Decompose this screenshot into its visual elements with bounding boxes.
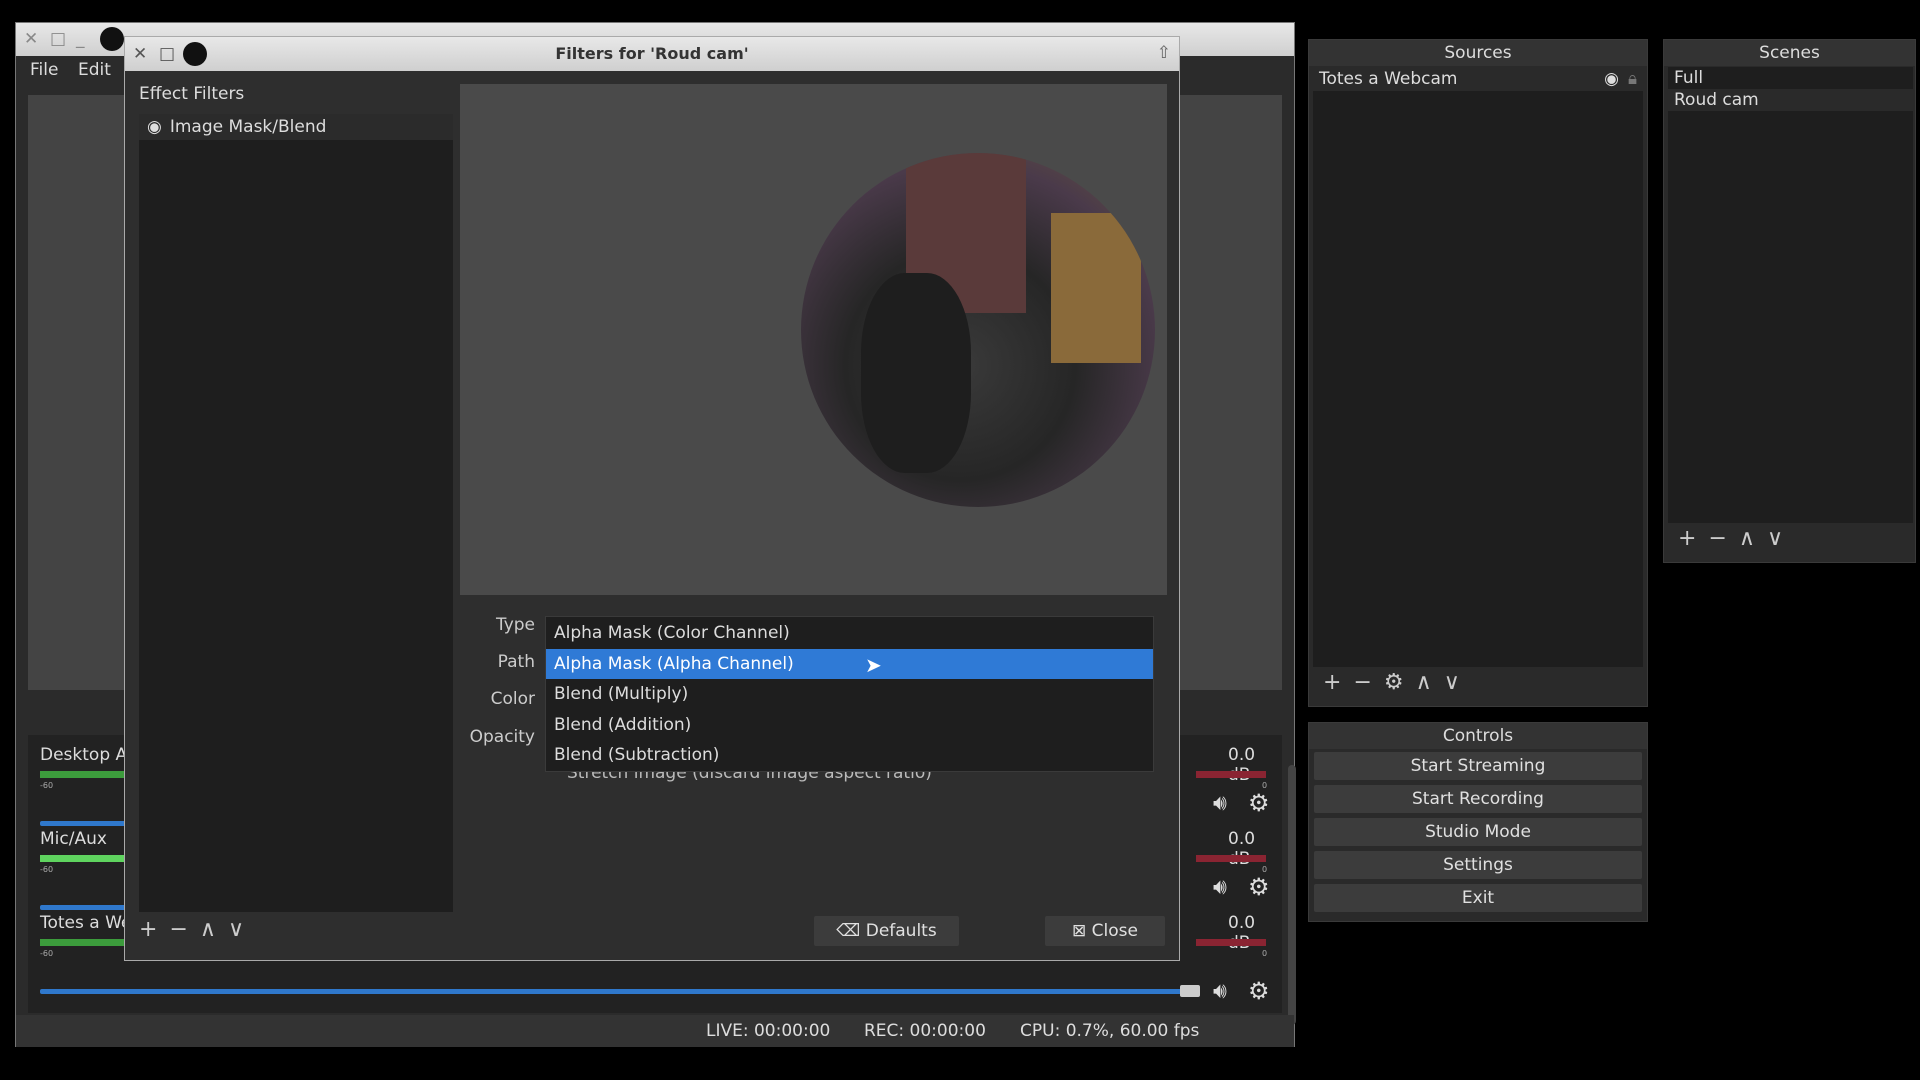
start-streaming-button[interactable]: Start Streaming — [1314, 752, 1642, 780]
speaker-icon[interactable]: 🔊︎ — [1213, 875, 1227, 900]
filters-dialog: ✕ □ Filters for 'Roud cam' ⇧ Effect Filt… — [124, 36, 1180, 961]
filter-name: Image Mask/Blend — [169, 117, 327, 137]
move-up-icon[interactable]: ∧ — [1416, 670, 1432, 695]
meter-scale-min: -60 — [40, 865, 54, 874]
gear-icon[interactable]: ⚙ — [1248, 873, 1270, 901]
dialog-titlebar: ✕ □ Filters for 'Roud cam' ⇧ — [125, 37, 1179, 71]
mixer-scrollbar[interactable] — [1288, 765, 1296, 1025]
meter-scale-min: -60 — [40, 949, 54, 958]
meter-scale-min: -60 — [40, 781, 54, 790]
move-up-icon[interactable]: ∧ — [1739, 526, 1755, 551]
opacity-label: Opacity — [469, 727, 535, 747]
eye-icon[interactable]: ◉ — [147, 117, 162, 137]
close-label: Close — [1091, 921, 1138, 941]
filter-list: ◉ Image Mask/Blend — [139, 114, 453, 912]
sources-list: Totes a Webcam ◉ 🔒︎ — [1313, 67, 1643, 667]
move-down-icon[interactable]: ∨ — [1444, 670, 1460, 695]
lock-icon[interactable]: 🔒︎ — [1628, 69, 1637, 89]
add-icon[interactable]: + — [139, 917, 157, 942]
gear-icon[interactable]: ⚙ — [1248, 789, 1270, 817]
scenes-list: Full Roud cam — [1668, 67, 1913, 523]
type-option-highlighted[interactable]: Alpha Mask (Alpha Channel) — [546, 648, 1153, 680]
sources-panel: Sources Totes a Webcam ◉ 🔒︎ + − ⚙ ∧ ∨ — [1308, 39, 1648, 707]
meter-scale-max: 0 — [1262, 949, 1268, 958]
gear-icon[interactable]: ⚙ — [1248, 977, 1270, 1005]
scene-item[interactable]: Full — [1668, 67, 1913, 89]
maximize-icon[interactable]: □ — [50, 29, 66, 49]
remove-icon[interactable]: − — [169, 917, 187, 942]
type-label: Type — [495, 615, 535, 635]
filter-toolbar: + − ∧ ∨ — [139, 917, 244, 942]
cpu-status: CPU: 0.7%, 60.00 fps — [1020, 1021, 1200, 1041]
mixer-db: 0.0 dB — [1228, 829, 1256, 869]
defaults-button[interactable]: ⌫ Defaults — [814, 916, 959, 946]
obs-logo-icon — [100, 27, 124, 51]
move-up-icon[interactable]: ∧ — [200, 917, 216, 942]
gear-icon[interactable]: ⚙ — [1384, 670, 1404, 695]
effect-filters-label: Effect Filters — [139, 84, 245, 104]
menu-file[interactable]: File — [30, 60, 58, 80]
volume-meter — [1196, 855, 1266, 862]
filter-item[interactable]: ◉ Image Mask/Blend — [139, 114, 453, 140]
scene-item-selected[interactable]: Roud cam — [1668, 89, 1913, 111]
mouse-cursor-icon: ➤ — [865, 653, 882, 677]
exit-button[interactable]: Exit — [1314, 884, 1642, 912]
menu-edit[interactable]: Edit — [78, 60, 111, 80]
mixer-channel-name: Mic/Aux — [40, 829, 107, 849]
scenes-panel: Scenes Full Roud cam + − ∧ ∨ — [1663, 39, 1916, 563]
status-bar: LIVE: 00:00:00 REC: 00:00:00 CPU: 0.7%, … — [16, 1015, 1294, 1047]
add-icon[interactable]: + — [1678, 526, 1696, 551]
volume-slider[interactable] — [40, 989, 1182, 994]
arrow-up-icon[interactable]: ⇧ — [1157, 43, 1171, 63]
speaker-icon[interactable]: 🔊︎ — [1213, 791, 1227, 816]
studio-mode-button[interactable]: Studio Mode — [1314, 818, 1642, 846]
sources-toolbar: + − ⚙ ∧ ∨ — [1323, 670, 1460, 695]
sources-title: Sources — [1309, 40, 1647, 66]
mixer-db: 0.0 dB — [1228, 745, 1256, 785]
close-button[interactable]: ⊠ Close — [1045, 916, 1165, 946]
mixer-channel-name: Totes a Wel — [40, 913, 137, 933]
start-recording-button[interactable]: Start Recording — [1314, 785, 1642, 813]
backspace-icon: ⌫ — [836, 921, 861, 941]
volume-meter — [1196, 939, 1266, 946]
close-icon: ⊠ — [1072, 921, 1087, 941]
settings-button[interactable]: Settings — [1314, 851, 1642, 879]
dialog-title: Filters for 'Roud cam' — [555, 44, 749, 63]
webcam-preview-image — [801, 153, 1155, 507]
type-option[interactable]: Alpha Mask (Color Channel) — [546, 618, 1153, 649]
controls-title: Controls — [1309, 723, 1647, 749]
add-icon[interactable]: + — [1323, 670, 1341, 695]
controls-panel: Controls Start Streaming Start Recording… — [1308, 722, 1648, 922]
mixer-db: 0.0 dB — [1228, 913, 1256, 953]
type-option[interactable]: Blend (Addition) — [546, 710, 1153, 741]
color-label: Color — [490, 689, 535, 709]
rec-status: REC: 00:00:00 — [864, 1021, 986, 1041]
source-name: Totes a Webcam — [1319, 69, 1458, 89]
type-dropdown-list: Alpha Mask (Color Channel) Alpha Mask (A… — [545, 616, 1154, 772]
minimize-icon[interactable]: _ — [76, 29, 85, 49]
speaker-icon[interactable]: 🔊︎ — [1213, 979, 1227, 1004]
live-status: LIVE: 00:00:00 — [706, 1021, 831, 1041]
scenes-toolbar: + − ∧ ∨ — [1678, 526, 1783, 551]
remove-icon[interactable]: − — [1708, 526, 1726, 551]
scenes-title: Scenes — [1664, 40, 1915, 66]
source-item[interactable]: Totes a Webcam ◉ 🔒︎ — [1313, 67, 1643, 91]
move-down-icon[interactable]: ∨ — [228, 917, 244, 942]
defaults-label: Defaults — [865, 921, 937, 941]
volume-meter — [1196, 771, 1266, 778]
close-icon[interactable]: ✕ — [24, 29, 38, 49]
remove-icon[interactable]: − — [1353, 670, 1371, 695]
slider-handle[interactable] — [1180, 985, 1200, 997]
type-option[interactable]: Blend (Multiply) — [546, 679, 1153, 710]
move-down-icon[interactable]: ∨ — [1767, 526, 1783, 551]
filter-preview — [460, 84, 1167, 595]
path-label: Path — [497, 652, 535, 672]
controls-buttons: Start Streaming Start Recording Studio M… — [1314, 752, 1642, 912]
type-option[interactable]: Blend (Subtraction) — [546, 740, 1153, 771]
eye-icon[interactable]: ◉ — [1604, 69, 1619, 89]
